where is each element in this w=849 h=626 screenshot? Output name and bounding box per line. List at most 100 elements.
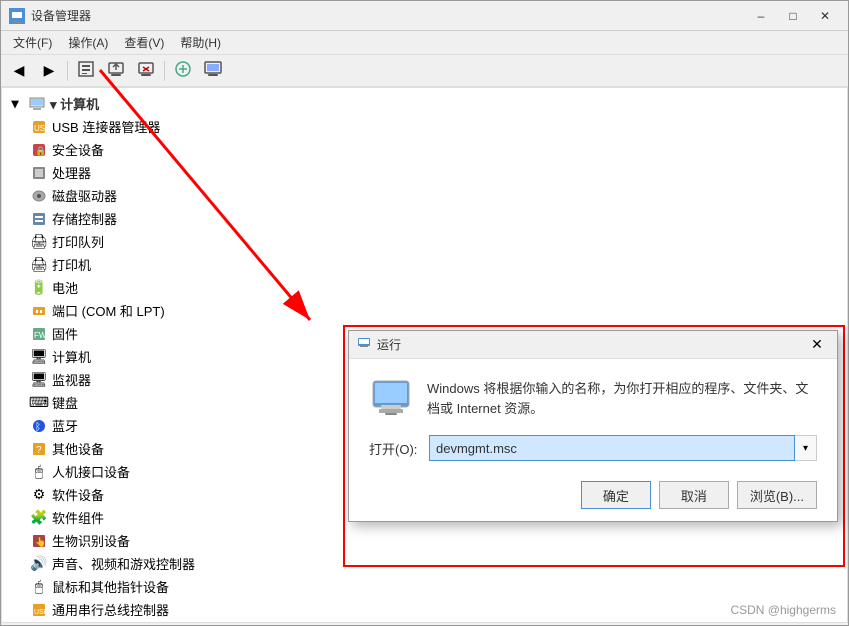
monitor-button[interactable] <box>199 58 227 84</box>
dialog-buttons: 确定 取消 浏览(B)... <box>369 477 817 509</box>
back-button[interactable]: ◀ <box>5 58 33 84</box>
list-item[interactable]: 🖨 打印队列 <box>2 230 847 253</box>
close-button[interactable]: ✕ <box>810 6 840 26</box>
list-item[interactable]: 🖨 打印机 <box>2 253 847 276</box>
list-item[interactable]: 处理器 <box>2 161 847 184</box>
input-wrapper: ▾ <box>429 435 817 461</box>
dialog-body: Windows 将根据你输入的名称，为你打开相应的程序、文件夹、文档或 Inte… <box>349 359 837 521</box>
watermark: CSDN @highgerms <box>730 603 836 617</box>
watermark-text: CSDN @highgerms <box>730 603 836 617</box>
computer-expand-icon: ▾ <box>6 95 24 113</box>
item-label: 端口 (COM 和 LPT) <box>52 301 165 320</box>
run-icon-container <box>369 375 413 419</box>
dialog-title-left: 运行 <box>357 336 401 353</box>
forward-button[interactable]: ▶ <box>35 58 63 84</box>
computer-name: ▾ 计算机 <box>50 94 99 113</box>
run-input[interactable] <box>429 435 795 461</box>
list-item[interactable]: 👆 生物识别设备 <box>2 529 847 552</box>
item-label: 处理器 <box>52 163 91 182</box>
storage-controller-icon <box>30 210 48 228</box>
list-item[interactable]: 端口 (COM 和 LPT) <box>2 299 847 322</box>
dialog-title-text: 运行 <box>377 336 401 353</box>
forward-icon: ▶ <box>44 62 55 79</box>
maximize-button[interactable]: □ <box>778 6 808 26</box>
uninstall-icon <box>137 60 155 81</box>
usb-manager-icon: USB <box>30 118 48 136</box>
window-controls: – □ ✕ <box>746 6 840 26</box>
item-label: 安全设备 <box>52 140 104 159</box>
list-item[interactable]: USB USB 连接器管理器 <box>2 115 847 138</box>
svg-text:👆: 👆 <box>35 536 46 547</box>
svg-text:FW: FW <box>34 331 47 340</box>
dialog-description: Windows 将根据你输入的名称，为你打开相应的程序、文件夹、文档或 Inte… <box>427 375 817 419</box>
computer-icon <box>28 95 46 113</box>
ok-button[interactable]: 确定 <box>581 481 651 509</box>
dropdown-button[interactable]: ▾ <box>795 435 817 461</box>
hid-icon: 🖱 <box>30 463 48 481</box>
bluetooth-icon: ᛒ <box>30 417 48 435</box>
dialog-title-icon <box>357 336 371 353</box>
item-label: 存储控制器 <box>52 209 117 228</box>
toolbar-separator-2 <box>164 61 165 81</box>
list-item[interactable]: 🔋 电池 <box>2 276 847 299</box>
open-label: 打开(O): <box>369 439 421 458</box>
dialog-title-bar: 运行 ✕ <box>349 331 837 359</box>
item-label: 其他设备 <box>52 439 104 458</box>
other-device-icon: ? <box>30 440 48 458</box>
usb-controller-icon: USB <box>30 601 48 619</box>
list-item[interactable]: 🔒 安全设备 <box>2 138 847 161</box>
title-bar-left: 设备管理器 <box>9 7 91 24</box>
dialog-input-row: 打开(O): ▾ <box>369 435 817 461</box>
item-label: 监视器 <box>52 370 91 389</box>
svg-text:🔒: 🔒 <box>35 146 46 156</box>
svg-text:USB: USB <box>34 609 47 616</box>
menu-file[interactable]: 文件(F) <box>5 32 60 53</box>
dialog-close-button[interactable]: ✕ <box>805 335 829 355</box>
dialog-top-section: Windows 将根据你输入的名称，为你打开相应的程序、文件夹、文档或 Inte… <box>369 375 817 419</box>
list-item[interactable]: 磁盘驱动器 <box>2 184 847 207</box>
toolbar: ◀ ▶ <box>1 55 848 87</box>
update-driver-icon <box>107 60 125 81</box>
properties-button[interactable] <box>72 58 100 84</box>
mouse-icon: 🖱 <box>30 578 48 596</box>
item-label: 蓝牙 <box>52 416 78 435</box>
menu-action[interactable]: 操作(A) <box>60 32 116 53</box>
list-item[interactable]: 📷 图像设备 <box>2 621 847 623</box>
firmware-icon: FW <box>30 325 48 343</box>
software-device-icon: ⚙ <box>30 486 48 504</box>
item-label: 软件设备 <box>52 485 104 504</box>
tree-root[interactable]: ▾ ▾ 计算机 <box>2 92 847 115</box>
item-label: 生物识别设备 <box>52 531 130 550</box>
print-queue-icon: 🖨 <box>30 233 48 251</box>
item-label: 固件 <box>52 324 78 343</box>
window-title: 设备管理器 <box>31 7 91 24</box>
security-icon: 🔒 <box>30 141 48 159</box>
update-driver-button[interactable] <box>102 58 130 84</box>
item-label: 打印队列 <box>52 232 104 251</box>
computer2-icon: 🖥 <box>30 348 48 366</box>
toolbar-separator-1 <box>67 61 68 81</box>
item-label: 键盘 <box>52 393 78 412</box>
list-item[interactable]: USB 通用串行总线控制器 <box>2 598 847 621</box>
svg-text:ᛒ: ᛒ <box>35 422 41 433</box>
menu-view[interactable]: 查看(V) <box>116 32 172 53</box>
list-item[interactable]: 存储控制器 <box>2 207 847 230</box>
item-label: 计算机 <box>52 347 91 366</box>
list-item[interactable]: 🖱 鼠标和其他指针设备 <box>2 575 847 598</box>
menu-help[interactable]: 帮助(H) <box>172 32 229 53</box>
cancel-button[interactable]: 取消 <box>659 481 729 509</box>
minimize-button[interactable]: – <box>746 6 776 26</box>
scan-button[interactable] <box>169 58 197 84</box>
device-manager-window: 设备管理器 – □ ✕ 文件(F) 操作(A) 查看(V) 帮助(H) ◀ ▶ <box>0 0 849 626</box>
list-item[interactable]: 🔊 声音、视频和游戏控制器 <box>2 552 847 575</box>
item-label: 鼠标和其他指针设备 <box>52 577 169 596</box>
browse-button[interactable]: 浏览(B)... <box>737 481 817 509</box>
back-icon: ◀ <box>14 62 25 79</box>
monitor2-icon: 🖥 <box>30 371 48 389</box>
uninstall-button[interactable] <box>132 58 160 84</box>
port-icon <box>30 302 48 320</box>
item-label: 电池 <box>52 278 78 297</box>
item-label: 打印机 <box>52 255 91 274</box>
title-bar: 设备管理器 – □ ✕ <box>1 1 848 31</box>
printer-icon: 🖨 <box>30 256 48 274</box>
